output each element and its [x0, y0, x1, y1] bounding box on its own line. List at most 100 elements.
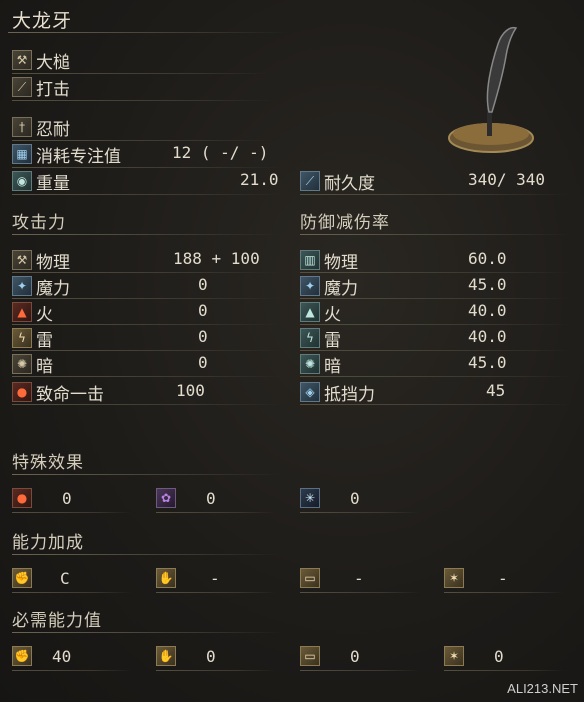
row-divider: [300, 592, 420, 593]
defense-fire-value: 40.0: [468, 301, 507, 320]
dexterity-requirement-icon: ✋: [156, 646, 176, 666]
row-divider: [300, 272, 570, 273]
row-divider: [12, 272, 282, 273]
scaling-dexterity-value: -: [210, 569, 220, 588]
fire-defense-icon: ▲: [300, 302, 320, 322]
attack-fire-label: 火: [36, 305, 53, 325]
defense-guard-label: 抵挡力: [324, 385, 375, 405]
row-divider: [12, 324, 282, 325]
magic-defense-icon: ✦: [300, 276, 320, 296]
strength-icon: ✊: [12, 568, 32, 588]
attack-magic-value: 0: [198, 275, 208, 294]
attack-dark-label: 暗: [36, 357, 53, 377]
scaling-faith-value: -: [498, 569, 508, 588]
scaling-section-divider: [12, 554, 282, 555]
faith-requirement-icon: ✶: [444, 646, 464, 666]
dark-attack-icon: ✺: [12, 354, 32, 374]
weapon-type-icon: ⚒: [12, 50, 32, 70]
attack-physical-label: 物理: [36, 253, 70, 273]
row-divider: [12, 512, 132, 513]
row-divider: [300, 670, 420, 671]
dexterity-icon: ✋: [156, 568, 176, 588]
defense-lightning-label: 雷: [324, 331, 341, 351]
row-divider: [12, 100, 272, 101]
row-divider: [12, 167, 282, 168]
attack-critical-value: 100: [176, 381, 205, 400]
defense-fire-label: 火: [324, 305, 341, 325]
row-divider: [300, 324, 570, 325]
attack-lightning-label: 雷: [36, 331, 53, 351]
row-divider: [300, 194, 570, 195]
watermark: ALI213.NET: [507, 681, 578, 696]
defense-section-title: 防御减伤率: [300, 213, 390, 233]
row-divider: [300, 350, 570, 351]
weight-value: 21.0: [240, 170, 279, 189]
title-divider: [8, 32, 288, 33]
row-divider: [12, 73, 272, 74]
row-divider: [300, 512, 420, 513]
lightning-defense-icon: ϟ: [300, 328, 320, 348]
bleed-effect-icon: ●: [12, 488, 32, 508]
special-effect-value-2: 0: [206, 489, 216, 508]
attack-type-icon: ⟋: [12, 77, 32, 97]
defense-dark-label: 暗: [324, 357, 341, 377]
attack-fire-value: 0: [198, 301, 208, 320]
defense-lightning-value: 40.0: [468, 327, 507, 346]
row-divider: [12, 298, 282, 299]
physical-attack-icon: ⚒: [12, 250, 32, 270]
attack-critical-label: 致命一击: [36, 385, 104, 405]
defense-magic-label: 魔力: [324, 279, 358, 299]
attack-magic-label: 魔力: [36, 279, 70, 299]
dark-defense-icon: ✺: [300, 354, 320, 374]
durability-label: 耐久度: [324, 174, 375, 194]
row-divider: [12, 350, 282, 351]
attack-lightning-value: 0: [198, 327, 208, 346]
weapon-image: [436, 22, 546, 157]
fp-cost-label: 消耗专注值: [36, 147, 121, 167]
special-section-title: 特殊效果: [12, 453, 84, 473]
defense-physical-value: 60.0: [468, 249, 507, 268]
row-divider: [300, 404, 570, 405]
weight-icon: ◉: [12, 171, 32, 191]
requirement-dexterity-value: 0: [206, 647, 216, 666]
row-divider: [444, 670, 564, 671]
requirement-faith-value: 0: [494, 647, 504, 666]
row-divider: [300, 298, 570, 299]
critical-icon: ●: [12, 382, 32, 402]
attack-dark-value: 0: [198, 353, 208, 372]
row-divider: [12, 194, 282, 195]
attack-section-title: 攻击力: [12, 213, 66, 233]
row-divider: [12, 404, 282, 405]
fp-cost-icon: ▦: [12, 144, 32, 164]
defense-guard-value: 45: [486, 381, 506, 400]
poison-effect-icon: ✿: [156, 488, 176, 508]
row-divider: [12, 140, 272, 141]
fire-attack-icon: ▲: [12, 302, 32, 322]
strength-requirement-icon: ✊: [12, 646, 32, 666]
requirement-strength-value: 40: [52, 647, 72, 666]
defense-magic-value: 45.0: [468, 275, 507, 294]
row-divider: [156, 592, 276, 593]
special-section-divider: [12, 474, 282, 475]
row-divider: [444, 592, 564, 593]
requirements-section-divider: [12, 632, 282, 633]
row-divider: [12, 670, 132, 671]
scaling-strength-value: C: [60, 569, 70, 588]
row-divider: [156, 670, 276, 671]
frost-effect-icon: ✳: [300, 488, 320, 508]
skill-icon: †: [12, 117, 32, 137]
scaling-intelligence-value: -: [354, 569, 364, 588]
requirement-intelligence-value: 0: [350, 647, 360, 666]
physical-defense-icon: ▥: [300, 250, 320, 270]
special-effect-value-3: 0: [350, 489, 360, 508]
row-divider: [12, 376, 282, 377]
intelligence-icon: ▭: [300, 568, 320, 588]
fp-cost-value: 12 ( -/ -): [172, 143, 269, 162]
row-divider: [300, 376, 570, 377]
defense-dark-value: 45.0: [468, 353, 507, 372]
row-divider: [156, 512, 276, 513]
magic-attack-icon: ✦: [12, 276, 32, 296]
row-divider: [12, 592, 132, 593]
guard-boost-icon: ◈: [300, 382, 320, 402]
requirements-section-title: 必需能力值: [12, 611, 102, 631]
